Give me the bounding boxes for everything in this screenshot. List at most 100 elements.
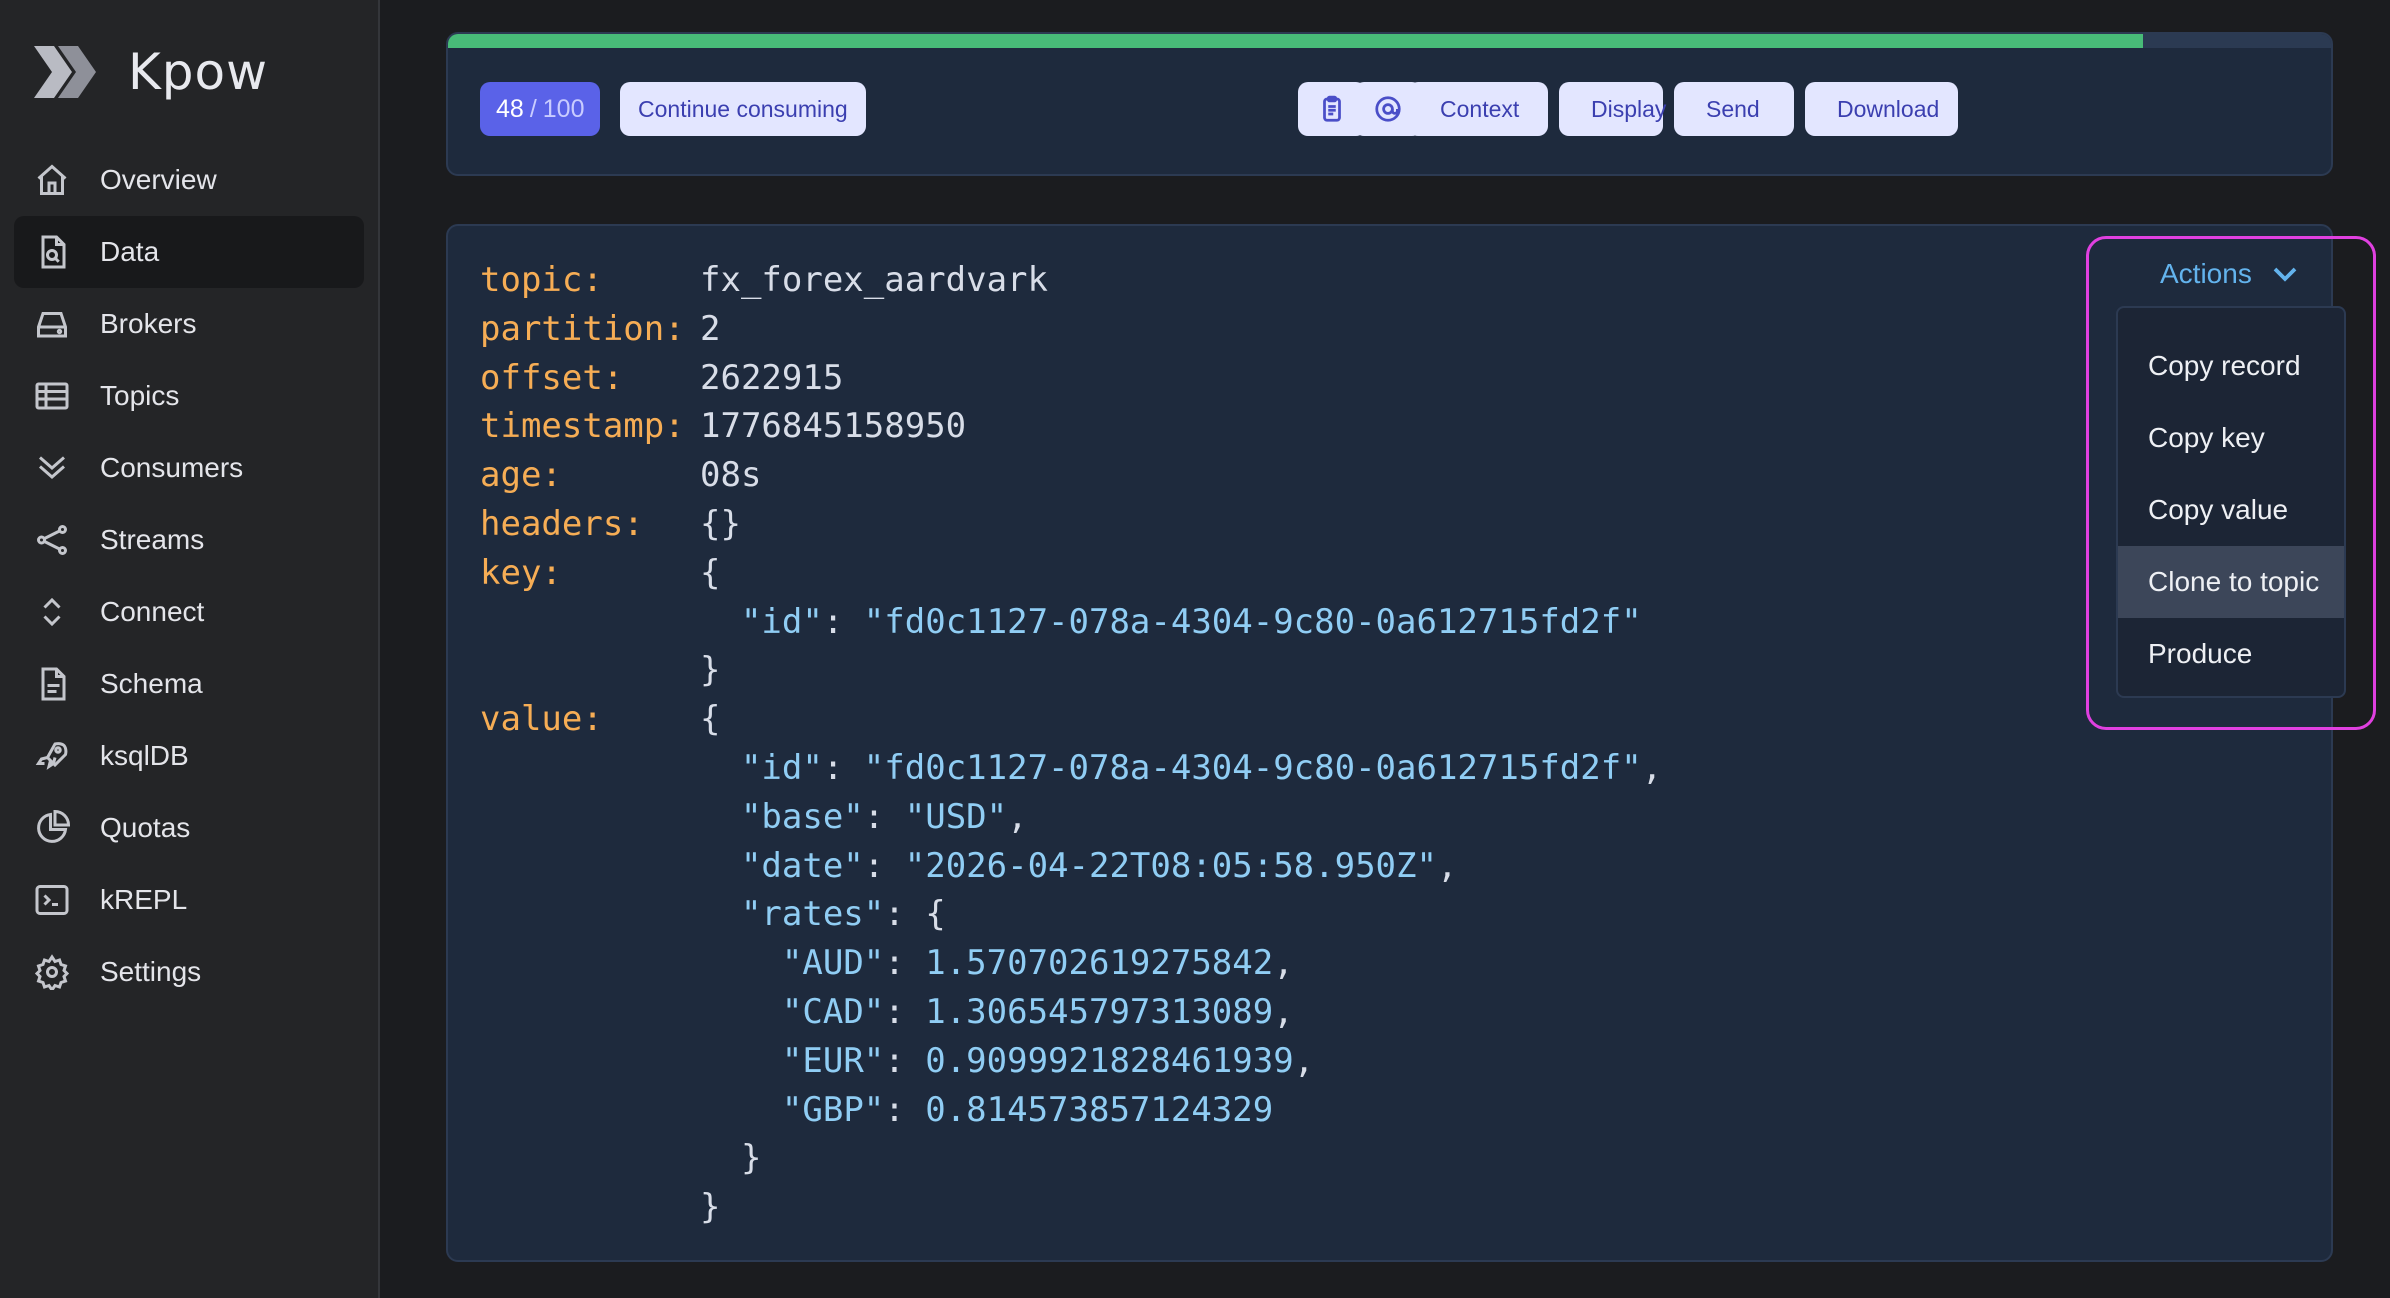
sidebar-item-label: Settings [100, 956, 202, 987]
gear-icon [32, 952, 72, 992]
field-key: headers: [480, 503, 644, 544]
kpow-logo-icon [34, 46, 96, 98]
field-key: partition: [480, 308, 685, 349]
rate-row: " CAD ": 1.306545797313089, [480, 988, 1662, 1037]
sidebar-item-label: kREPL [100, 884, 188, 915]
field-value: {} [700, 503, 741, 544]
record-view[interactable]: topic: fx_forex_aardvark partition: 2 offset… [480, 256, 1662, 1232]
value-base: USD [925, 796, 987, 837]
value-id: fd0c1127-078a-4304-9c80-0a612715fd2f [884, 747, 1622, 788]
rocket-icon [32, 736, 72, 776]
record-field-row: timestamp: 1776845158950 [480, 402, 1662, 451]
record-count-separator: / [529, 94, 537, 123]
record-panel: topic: fx_forex_aardvark partition: 2 offset… [446, 224, 2333, 1262]
context-dropdown[interactable]: Context [1408, 82, 1548, 136]
display-button[interactable]: Display [1559, 82, 1667, 136]
key-id-value: fd0c1127-078a-4304-9c80-0a612715fd2f [884, 601, 1622, 642]
sidebar-item-settings[interactable]: Settings [14, 936, 364, 1008]
connect-icon [32, 592, 72, 632]
sidebar-nav: Overview Data Brokers Topics Consumers Stream… [14, 144, 364, 1008]
sidebar-item-overview[interactable]: Overview [14, 144, 364, 216]
record-line: } [700, 1138, 762, 1179]
continue-consuming-label: Continue consuming [638, 95, 848, 122]
download-dropdown[interactable]: Download [1805, 82, 1958, 136]
context-label: Context [1440, 95, 1520, 122]
field-value: 2 [700, 308, 721, 349]
streams-icon [32, 520, 72, 560]
menu-item-copy-value[interactable]: Copy value [2118, 474, 2344, 546]
menu-item-copy-record[interactable]: Copy record [2118, 330, 2344, 402]
rate-value: 1.306545797313089 [925, 991, 1274, 1032]
record-line: "id": " fd0c1127-078a-4304-9c80-0a612715f… [480, 744, 1662, 793]
menu-item-clone-to-topic[interactable]: Clone to topic [2118, 546, 2344, 618]
sidebar-item-label: ksqlDB [100, 740, 189, 771]
send-label: Send [1706, 95, 1760, 122]
download-label: Download [1837, 95, 1940, 122]
continue-consuming-button[interactable]: Continue consuming [620, 82, 866, 136]
value-label: value: [480, 699, 603, 740]
sidebar-item-label: Consumers [100, 452, 244, 483]
sidebar-item-label: Streams [100, 524, 205, 555]
app-name: Kpow [128, 43, 269, 101]
field-value: fx_forex_aardvark [700, 260, 1048, 300]
sidebar-item-consumers[interactable]: Consumers [14, 432, 364, 504]
sidebar-item-streams[interactable]: Streams [14, 504, 364, 576]
record-line: "rates": { [740, 894, 946, 935]
chevron-down-icon [2273, 267, 2297, 282]
record-line: "id": " fd0c1127-078a-4304-9c80-0a612715f… [480, 598, 1662, 647]
at-sign-icon [1375, 96, 1401, 122]
rate-row: " AUD ": 1.570702619275842, [480, 939, 1662, 988]
field-key: offset: [480, 357, 624, 398]
record-field-row: partition: 2 [480, 305, 1662, 354]
menu-item-produce[interactable]: Produce [2118, 618, 2344, 690]
record-line: } [700, 650, 721, 691]
consume-progress-fill [448, 34, 2143, 48]
schema-icon [32, 664, 72, 704]
sidebar: Kpow Overview Data Brokers Topics Consumers S… [0, 0, 380, 1298]
record-counter-badge: 48 / 100 [480, 82, 601, 136]
rate-code: GBP [802, 1089, 864, 1130]
record-line: } [700, 1187, 721, 1228]
sidebar-item-label: Overview [100, 164, 217, 195]
record-field-row: topic: fx_forex_aardvark [480, 256, 1662, 305]
sidebar-item-schema[interactable]: Schema [14, 648, 364, 720]
field-value: 1776845158950 [700, 406, 967, 447]
logo[interactable]: Kpow [32, 42, 268, 102]
record-field-row: offset: 2622915 [480, 354, 1662, 403]
sidebar-item-krepl[interactable]: kREPL [14, 864, 364, 936]
sidebar-item-ksqldb[interactable]: ksqlDB [14, 720, 364, 792]
send-dropdown[interactable]: Send [1674, 82, 1794, 136]
terminal-icon [32, 880, 72, 920]
field-key: timestamp: [480, 406, 685, 447]
sidebar-item-quotas[interactable]: Quotas [14, 792, 364, 864]
rate-code: AUD [802, 943, 864, 984]
sidebar-item-label: Schema [100, 668, 203, 699]
rate-row: " GBP ": 0.814573857124329 [480, 1086, 1662, 1135]
sidebar-item-label: Topics [100, 380, 180, 411]
sidebar-item-label: Connect [100, 596, 205, 627]
field-value: 08s [700, 455, 762, 496]
record-count-total: 100 [542, 94, 585, 123]
rate-value: 0.9099921828461939 [925, 1040, 1294, 1081]
record-line: value:{ [480, 695, 1662, 744]
field-key: topic: [480, 260, 603, 300]
consume-toolbar: 48 / 100 Continue consuming Context Disp… [446, 32, 2333, 176]
consumers-icon [32, 448, 72, 488]
pie-icon [32, 808, 72, 848]
record-line: "date": " 2026-04-22T08:05:58.950Z ", [480, 842, 1662, 891]
sidebar-item-label: Quotas [100, 812, 191, 843]
menu-item-copy-key[interactable]: Copy key [2118, 402, 2344, 474]
rate-row: " EUR ": 0.9099921828461939, [480, 1037, 1662, 1086]
topics-icon [32, 376, 72, 416]
record-field-row: age: 08s [480, 451, 1662, 500]
sidebar-item-connect[interactable]: Connect [14, 576, 364, 648]
record-line: "base": " USD ", [480, 793, 1662, 842]
sidebar-item-topics[interactable]: Topics [14, 360, 364, 432]
display-label: Display [1591, 95, 1667, 122]
sidebar-item-data[interactable]: Data [14, 216, 364, 288]
sidebar-item-label: Brokers [100, 308, 197, 339]
sidebar-item-brokers[interactable]: Brokers [14, 288, 364, 360]
actions-dropdown-button[interactable]: Actions [2160, 258, 2300, 290]
field-value: 2622915 [700, 357, 844, 398]
clipboard-icon [1323, 95, 1341, 122]
